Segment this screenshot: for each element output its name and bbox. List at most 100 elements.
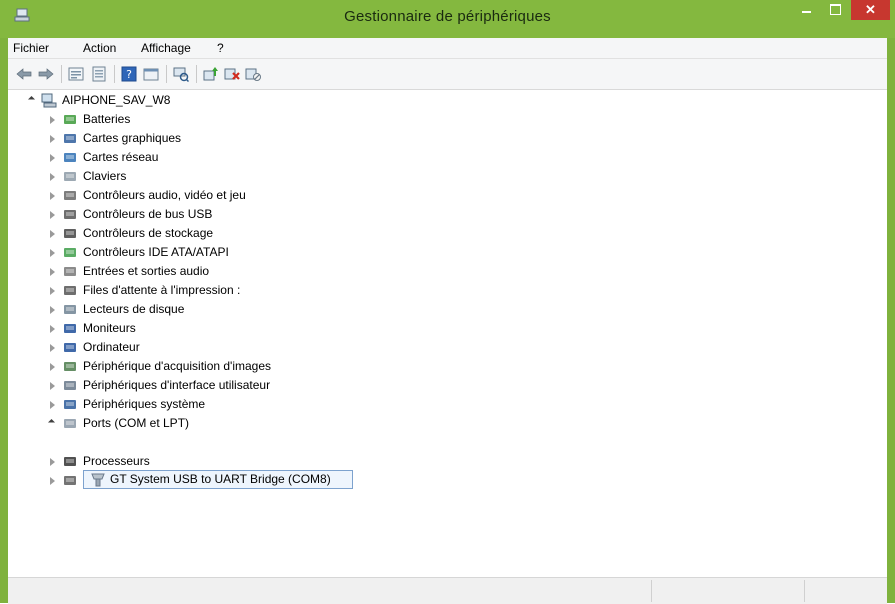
forward-arrow-icon[interactable] bbox=[38, 66, 54, 82]
close-icon: ✕ bbox=[865, 2, 876, 17]
expand-arrow-icon[interactable] bbox=[48, 224, 58, 243]
tree-category-label: Contrôleurs de bus USB bbox=[83, 207, 213, 221]
update-driver-icon[interactable] bbox=[203, 66, 219, 82]
expand-arrow-icon[interactable] bbox=[48, 300, 58, 319]
tree-category-label: Lecteurs de disque bbox=[83, 302, 185, 316]
tree-category-item[interactable]: Périphériques système bbox=[48, 395, 448, 414]
tree-category-item[interactable]: Entrées et sorties audio bbox=[48, 262, 448, 281]
port-device-item[interactable]: GT System USB to UART Bridge (COM8) bbox=[83, 470, 353, 489]
tree-category-label: Processeurs bbox=[83, 454, 150, 468]
tree-category-item[interactable]: Cartes réseau bbox=[48, 148, 448, 167]
expand-arrow-icon[interactable] bbox=[48, 129, 58, 148]
mouse-icon bbox=[64, 476, 76, 485]
menu-fichier[interactable]: Fichier bbox=[13, 41, 49, 55]
view-icon[interactable] bbox=[91, 66, 107, 82]
toolbar-separator bbox=[166, 65, 167, 83]
tree-category-label: Cartes graphiques bbox=[83, 131, 182, 145]
printer-icon bbox=[64, 286, 76, 295]
maximize-button[interactable] bbox=[822, 0, 849, 20]
tree-category-item[interactable]: Files d'attente à l'impression : bbox=[48, 281, 448, 300]
disable-device-icon[interactable] bbox=[245, 66, 261, 82]
help-icon[interactable]: ? bbox=[121, 66, 137, 82]
port-icon bbox=[91, 473, 105, 487]
tree-category-item[interactable]: Périphériques d'interface utilisateur bbox=[48, 376, 448, 395]
window-title: Gestionnaire de périphériques bbox=[344, 8, 551, 25]
expand-arrow-icon[interactable] bbox=[48, 262, 58, 281]
status-divider bbox=[651, 580, 652, 602]
properties-icon[interactable] bbox=[68, 66, 84, 82]
tree-category-item[interactable]: Ordinateur bbox=[48, 338, 448, 357]
tree-category-label: Contrôleurs de stockage bbox=[83, 226, 214, 240]
tree-category-label: Claviers bbox=[83, 169, 127, 183]
tree-category-item[interactable]: Cartes graphiques bbox=[48, 129, 448, 148]
scan-hardware-icon[interactable] bbox=[173, 66, 189, 82]
expand-arrow-icon[interactable] bbox=[48, 395, 58, 414]
hid-icon bbox=[64, 381, 76, 390]
status-bar bbox=[8, 577, 887, 604]
close-button[interactable]: ✕ bbox=[851, 0, 890, 20]
tree-category-label: Périphérique d'acquisition d'images bbox=[83, 359, 272, 373]
tree-category-item[interactable]: Périphérique d'acquisition d'images bbox=[48, 357, 448, 376]
tree-category-label: Moniteurs bbox=[83, 321, 136, 335]
disk-drive-icon bbox=[64, 305, 76, 314]
processor-icon bbox=[64, 457, 76, 466]
tree-category-item[interactable]: Ports (COM et LPT) bbox=[47, 414, 448, 433]
collapse-arrow-icon[interactable] bbox=[47, 414, 58, 433]
tree-category-item[interactable]: Lecteurs de disque bbox=[48, 300, 448, 319]
expand-arrow-icon[interactable] bbox=[48, 357, 58, 376]
expand-arrow-icon[interactable] bbox=[48, 243, 58, 262]
expand-arrow-icon[interactable] bbox=[48, 167, 58, 186]
tree-category-item[interactable]: Claviers bbox=[48, 167, 448, 186]
title-bar[interactable]: Gestionnaire de périphériques ✕ bbox=[0, 0, 895, 38]
tree-category-label: Périphériques système bbox=[83, 397, 206, 411]
tree-category-item[interactable]: Contrôleurs de bus USB bbox=[48, 205, 448, 224]
minimize-icon bbox=[802, 11, 811, 13]
network-adapter-icon bbox=[64, 153, 76, 162]
display-adapter-icon bbox=[64, 134, 76, 143]
expand-arrow-icon[interactable] bbox=[48, 376, 58, 395]
toolbar-separator bbox=[114, 65, 115, 83]
tree-category-item[interactable]: Moniteurs bbox=[48, 319, 448, 338]
expand-arrow-icon[interactable] bbox=[48, 110, 58, 129]
tree-root-label: AIPHONE_SAV_W8 bbox=[62, 93, 171, 107]
uninstall-icon[interactable] bbox=[224, 66, 240, 82]
tree-category-label: Contrôleurs audio, vidéo et jeu bbox=[83, 188, 246, 202]
menu-bar: Fichier Action Affichage ? bbox=[8, 38, 887, 59]
port-device-label: GT System USB to UART Bridge (COM8) bbox=[110, 472, 331, 486]
menu-action[interactable]: Action bbox=[83, 41, 116, 55]
battery-icon bbox=[64, 115, 76, 124]
maximize-icon bbox=[830, 4, 841, 15]
expand-arrow-icon[interactable] bbox=[48, 319, 58, 338]
device-tree[interactable]: AIPHONE_SAV_W8 Batteries Cartes graphique… bbox=[8, 90, 887, 577]
expand-arrow-icon[interactable] bbox=[48, 205, 58, 224]
tree-category-item[interactable]: Batteries bbox=[48, 110, 448, 129]
expand-arrow-icon[interactable] bbox=[48, 281, 58, 300]
expand-arrow-icon[interactable] bbox=[48, 338, 58, 357]
tree-category-item[interactable]: Contrôleurs de stockage bbox=[48, 224, 448, 243]
toolbar-separator bbox=[61, 65, 62, 83]
tree-category-item[interactable]: Processeurs bbox=[48, 452, 448, 471]
tree-root[interactable]: AIPHONE_SAV_W8 bbox=[27, 91, 328, 110]
expand-arrow-icon[interactable] bbox=[48, 471, 58, 490]
collapse-arrow-icon[interactable] bbox=[27, 91, 38, 110]
console-icon[interactable] bbox=[143, 66, 159, 82]
camera-icon bbox=[64, 362, 76, 371]
menu-affichage[interactable]: Affichage bbox=[141, 41, 191, 55]
menu-help[interactable]: ? bbox=[217, 41, 224, 55]
computer-icon bbox=[64, 343, 76, 352]
minimize-button[interactable] bbox=[793, 0, 820, 20]
tree-category-label: Périphériques d'interface utilisateur bbox=[83, 378, 271, 392]
tree-category-label: Ports (COM et LPT) bbox=[83, 416, 190, 430]
tree-category-item[interactable]: Contrôleurs IDE ATA/ATAPI bbox=[48, 243, 448, 262]
back-arrow-icon[interactable] bbox=[16, 66, 32, 82]
tree-category-label: Batteries bbox=[83, 112, 131, 126]
tree-category-label: Entrées et sorties audio bbox=[83, 264, 210, 278]
tree-category-item[interactable]: Contrôleurs audio, vidéo et jeu bbox=[48, 186, 448, 205]
tree-category-label: Cartes réseau bbox=[83, 150, 159, 164]
keyboard-icon bbox=[64, 172, 76, 181]
speaker-icon bbox=[64, 191, 76, 200]
ide-controller-icon bbox=[64, 248, 76, 257]
expand-arrow-icon[interactable] bbox=[48, 186, 58, 205]
expand-arrow-icon[interactable] bbox=[48, 452, 58, 471]
expand-arrow-icon[interactable] bbox=[48, 148, 58, 167]
